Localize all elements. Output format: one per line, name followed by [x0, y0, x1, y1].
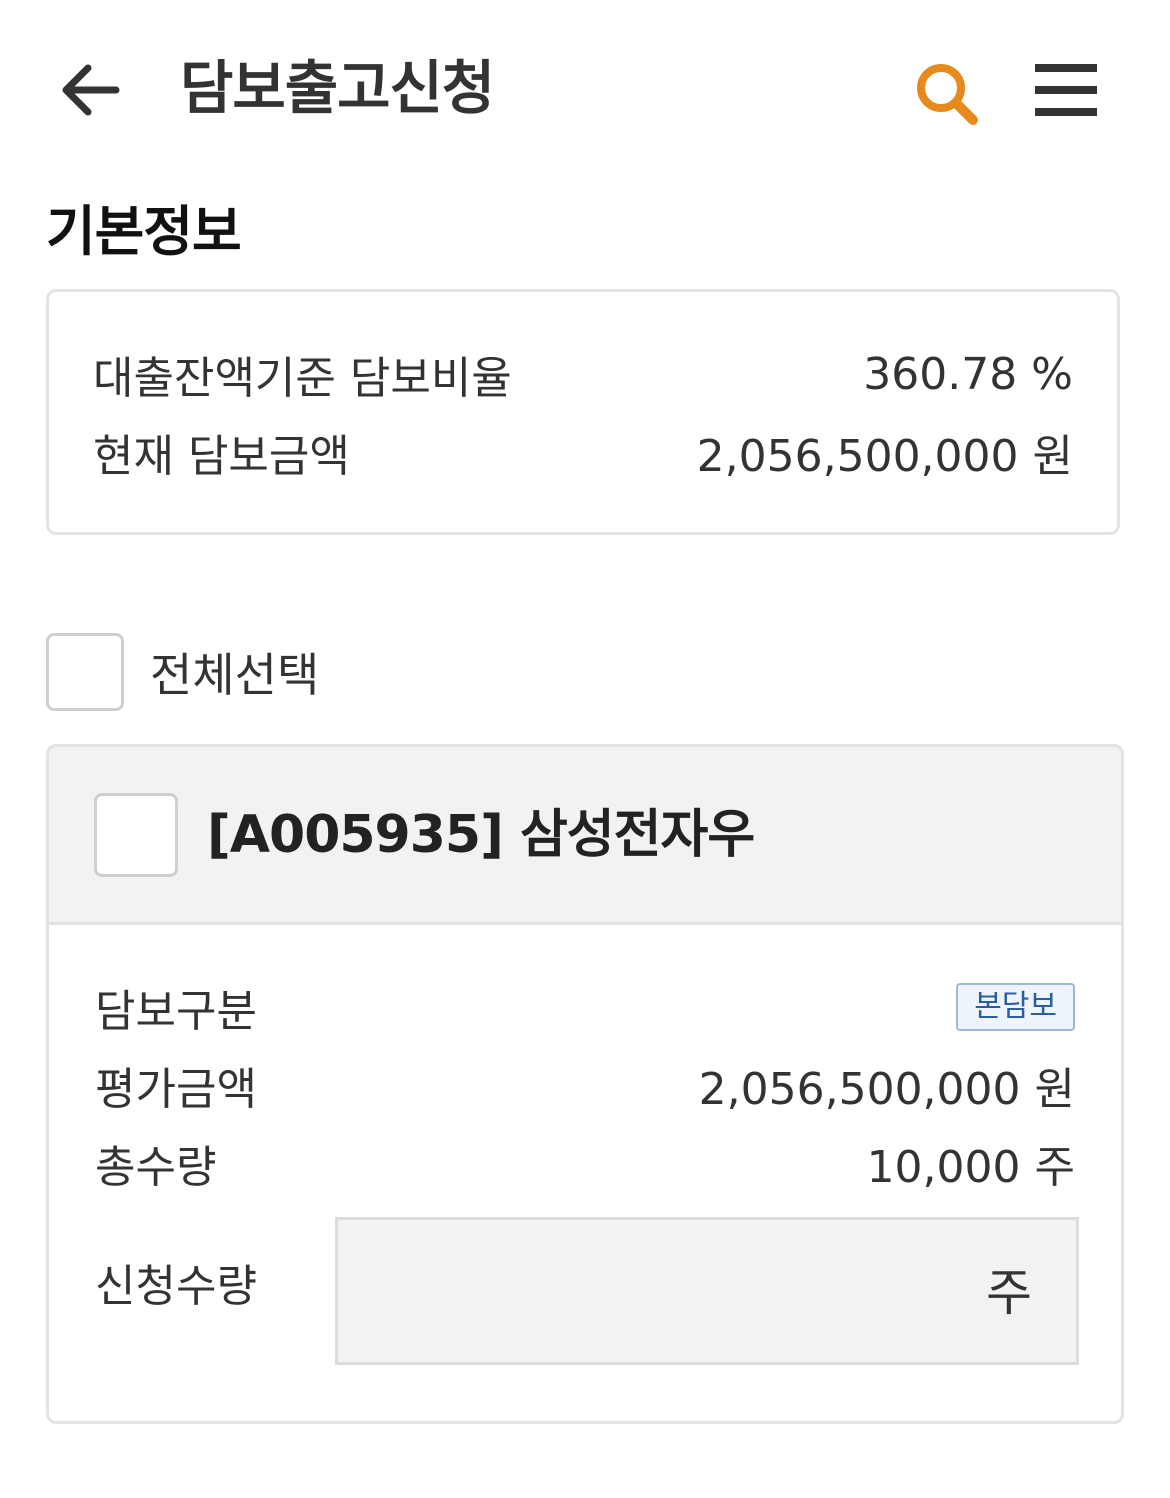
select-all-checkbox[interactable]: 전체선택: [46, 630, 319, 714]
valuation-label: 평가금액: [95, 1064, 257, 1115]
valuation-value: 2,056,500,000 원: [698, 1064, 1075, 1115]
collateral-amount-value: 2,056,500,000 원: [696, 431, 1073, 482]
collateral-type-badge: 본담보: [956, 983, 1075, 1031]
collateral-item-header: [A005935] 삼성전자우: [49, 747, 1121, 925]
collateral-type-row: 담보구분 본담보: [95, 977, 1075, 1037]
collateral-ratio-row: 대출잔액기준 담보비율 360.78 %: [93, 344, 1073, 405]
back-button[interactable]: [52, 52, 128, 128]
total-quantity-label: 총수량: [95, 1142, 217, 1193]
request-quantity-unit: 주: [986, 1264, 1032, 1322]
total-quantity-row: 총수량 10,000 주: [95, 1133, 1075, 1193]
select-all-label: 전체선택: [150, 648, 320, 702]
collateral-ratio-label: 대출잔액기준 담보비율: [93, 353, 512, 404]
select-all-checkbox-box[interactable]: [46, 633, 124, 711]
page-title: 담보출고신청: [180, 54, 495, 122]
arrow-left-icon: [62, 64, 120, 116]
hamburger-menu-icon: [1035, 64, 1097, 116]
menu-button[interactable]: [1026, 55, 1106, 125]
app-header: 담보출고신청: [0, 0, 1170, 180]
stock-name: [A005935] 삼성전자우: [207, 805, 755, 865]
request-quantity-input[interactable]: [358, 1220, 962, 1364]
collateral-amount-row: 현재 담보금액 2,056,500,000 원: [93, 422, 1073, 482]
section-title-basic-info: 기본정보: [46, 200, 242, 263]
search-button[interactable]: [908, 55, 984, 131]
valuation-row: 평가금액 2,056,500,000 원: [95, 1055, 1075, 1115]
request-quantity-field[interactable]: 주: [335, 1217, 1079, 1365]
collateral-item-checkbox[interactable]: [94, 793, 178, 877]
collateral-ratio-value: 360.78 %: [863, 348, 1073, 400]
basic-info-box: 대출잔액기준 담보비율 360.78 % 현재 담보금액 2,056,500,0…: [46, 289, 1120, 535]
search-icon: [917, 64, 978, 125]
collateral-amount-label: 현재 담보금액: [93, 431, 350, 482]
collateral-type-label: 담보구분: [95, 986, 257, 1037]
request-quantity-label: 신청수량: [95, 1261, 257, 1312]
collateral-item-card: [A005935] 삼성전자우 담보구분 본담보 평가금액 2,056,500,…: [46, 744, 1124, 1424]
total-quantity-value: 10,000 주: [866, 1142, 1075, 1193]
